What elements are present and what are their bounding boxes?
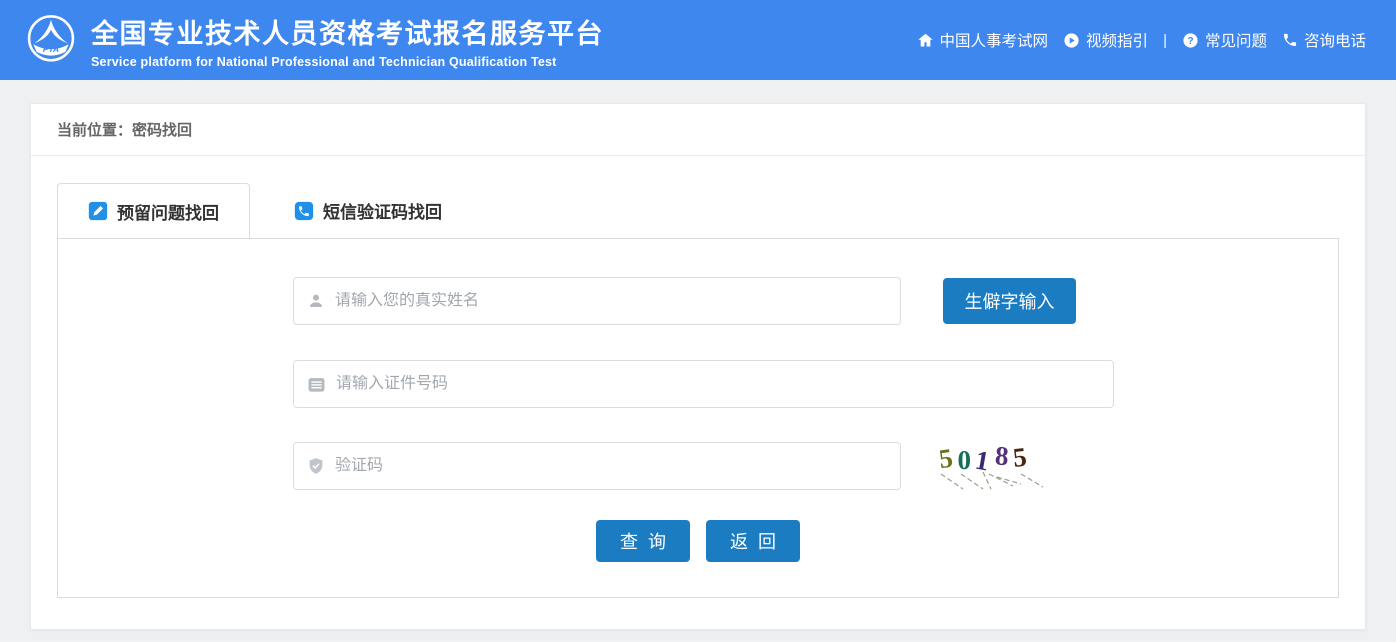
tab-zone: 预留问题找回 短信验证码找回 生僻字输入 xyxy=(31,156,1365,598)
nav-link-label: 视频指引 xyxy=(1086,29,1148,51)
home-icon xyxy=(917,32,934,49)
name-input-wrap xyxy=(293,277,901,325)
main-panel: 当前位置：密码找回 预留问题找回 短信验证码找回 xyxy=(30,103,1366,630)
nav-link-hotline[interactable]: 咨询电话 xyxy=(1282,29,1366,51)
phone-square-icon xyxy=(294,201,314,221)
recovery-form: 生僻字输入 xyxy=(57,238,1339,598)
id-number-row xyxy=(293,360,1338,408)
play-circle-icon xyxy=(1063,32,1080,49)
nav-link-faq[interactable]: ? 常见问题 xyxy=(1182,29,1267,51)
nav-separator: | xyxy=(1163,32,1167,49)
captcha-input-wrap xyxy=(293,442,901,490)
site-subtitle: Service platform for National Profession… xyxy=(91,55,604,69)
tab-security-question-recovery[interactable]: 预留问题找回 xyxy=(57,183,250,238)
user-icon xyxy=(307,292,325,310)
captcha-row: 50185 xyxy=(293,441,1338,491)
breadcrumb: 当前位置：密码找回 xyxy=(31,104,1365,156)
tab-sms-code-recovery[interactable]: 短信验证码找回 xyxy=(284,183,452,238)
nav-link-label: 常见问题 xyxy=(1205,29,1267,51)
nav-link-cpta-site[interactable]: 中国人事考试网 xyxy=(917,29,1049,51)
phone-icon xyxy=(1282,32,1298,48)
tab-label: 短信验证码找回 xyxy=(323,198,442,223)
action-row: 查 询 返 回 xyxy=(58,520,1338,562)
header-nav: 中国人事考试网 视频指引 | ? 常见问题 咨询电话 xyxy=(917,29,1366,51)
real-name-input[interactable] xyxy=(335,292,887,310)
captcha-input[interactable] xyxy=(335,457,887,475)
nav-link-label: 咨询电话 xyxy=(1304,29,1366,51)
captcha-image[interactable]: 50185 xyxy=(933,441,1053,491)
id-card-icon xyxy=(307,375,326,394)
nav-link-video-guide[interactable]: 视频指引 xyxy=(1063,29,1148,51)
name-row: 生僻字输入 xyxy=(293,277,1338,325)
pta-logo-icon: PTA xyxy=(24,11,78,69)
site-title: 全国专业技术人员资格考试报名服务平台 xyxy=(91,12,604,51)
query-button[interactable]: 查 询 xyxy=(596,520,690,562)
header: PTA 全国专业技术人员资格考试报名服务平台 Service platform … xyxy=(0,0,1396,80)
id-number-input[interactable] xyxy=(336,375,1100,393)
rare-character-input-button[interactable]: 生僻字输入 xyxy=(943,278,1076,324)
shield-icon xyxy=(307,457,325,475)
nav-link-label: 中国人事考试网 xyxy=(940,29,1049,51)
question-circle-icon: ? xyxy=(1182,32,1199,49)
back-button[interactable]: 返 回 xyxy=(706,520,800,562)
id-input-wrap xyxy=(293,360,1114,408)
svg-text:PTA: PTA xyxy=(43,44,59,54)
tab-label: 预留问题找回 xyxy=(117,199,219,224)
edit-square-icon xyxy=(88,201,108,221)
svg-text:?: ? xyxy=(1187,36,1193,47)
site-title-block: 全国专业技术人员资格考试报名服务平台 Service platform for … xyxy=(91,12,604,69)
tabs: 预留问题找回 短信验证码找回 xyxy=(57,183,1339,238)
captcha-digits: 50185 xyxy=(939,442,1032,473)
